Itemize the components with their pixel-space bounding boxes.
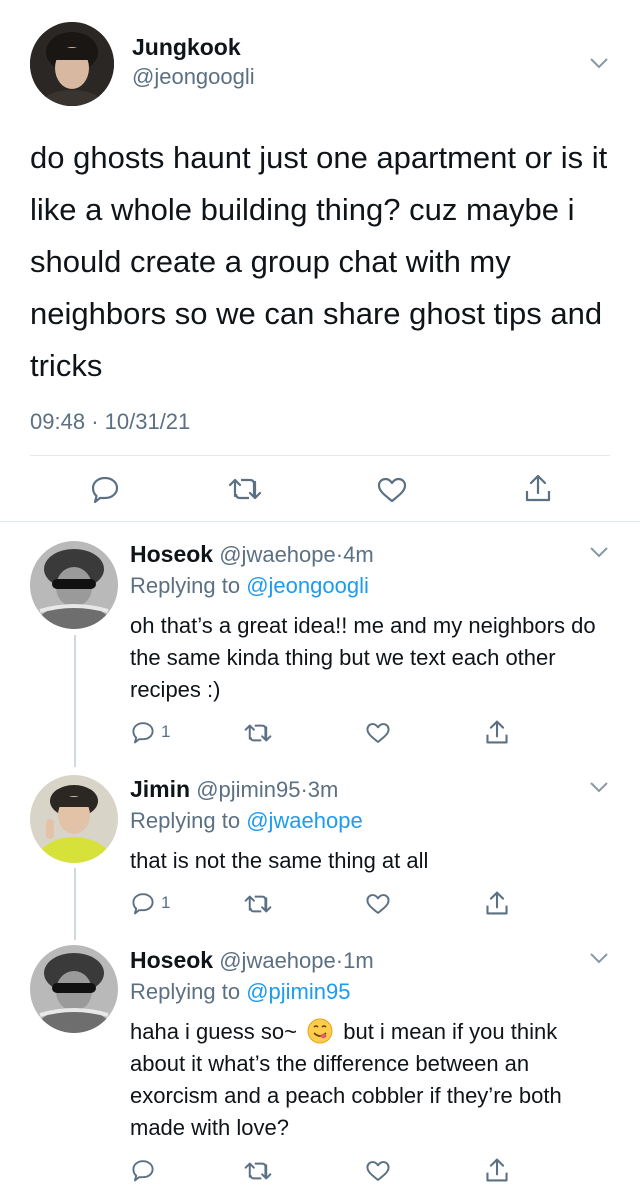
reply-icon[interactable]	[131, 891, 155, 915]
chevron-down-icon[interactable]	[588, 780, 610, 794]
main-tweet-handle[interactable]: @jeongoogli	[132, 64, 255, 90]
replying-to-label: Replying to	[130, 979, 241, 1004]
section-divider	[0, 521, 640, 522]
main-tweet-time: 09:48	[30, 409, 86, 434]
replying-to: Replying to @jeongoogli	[130, 573, 369, 599]
reply-age: 1m	[343, 948, 374, 973]
reply-icon[interactable]	[131, 720, 155, 744]
chevron-down-icon[interactable]	[588, 545, 610, 559]
main-tweet-text: do ghosts haunt just one apartment or is…	[30, 140, 608, 383]
reply-name[interactable]: Hoseok	[130, 947, 213, 973]
reply-text-before-emoji: haha i guess so~	[130, 1019, 297, 1044]
share-icon[interactable]	[484, 889, 510, 917]
reply-header: Hoseok @jwaehope·1m	[130, 947, 374, 974]
reply-name[interactable]: Hoseok	[130, 541, 213, 567]
thread-line	[74, 868, 76, 940]
retweet-icon[interactable]	[228, 476, 262, 502]
retweet-icon[interactable]	[244, 893, 272, 915]
meta-separator: ·	[335, 542, 344, 567]
replying-to: Replying to @jwaehope	[130, 808, 363, 834]
heart-icon[interactable]	[365, 1159, 391, 1183]
reply-age: 4m	[343, 542, 374, 567]
reply-action[interactable]: 1	[131, 891, 170, 915]
reply-avatar[interactable]	[30, 541, 118, 629]
main-tweet-name[interactable]: Jungkook	[132, 34, 241, 61]
main-tweet-date: 10/31/21	[104, 409, 191, 434]
reply-age: 3m	[307, 777, 339, 802]
share-icon[interactable]	[523, 472, 553, 504]
main-tweet-timestamp: 09:48 · 10/31/21	[30, 409, 190, 435]
chevron-down-icon[interactable]	[588, 56, 610, 70]
heart-icon[interactable]	[365, 721, 391, 745]
reply-action[interactable]: 1	[131, 720, 170, 744]
reply-action[interactable]	[131, 1158, 155, 1182]
reply-header: Jimin @pjimin95·3m	[130, 776, 338, 803]
heart-icon[interactable]	[376, 476, 408, 504]
share-icon[interactable]	[484, 1156, 510, 1184]
main-tweet-divider	[30, 455, 610, 456]
reply-avatar[interactable]	[30, 945, 118, 1033]
reply-text: that is not the same thing at all	[130, 848, 429, 873]
reply-count: 1	[161, 893, 171, 912]
retweet-icon[interactable]	[244, 722, 272, 744]
timestamp-separator: ·	[91, 409, 99, 434]
reply-icon[interactable]	[90, 474, 120, 504]
reply-icon[interactable]	[131, 1158, 155, 1182]
replying-to-link[interactable]: @jeongoogli	[246, 573, 369, 598]
reply-handle[interactable]: @jwaehope	[219, 948, 336, 973]
reply-text: haha i guess so~ but i mean if you think…	[130, 1016, 605, 1144]
chevron-down-icon[interactable]	[588, 951, 610, 965]
replying-to-link[interactable]: @pjimin95	[246, 979, 350, 1004]
reply-header: Hoseok @jwaehope·4m	[130, 541, 374, 568]
meta-separator: ·	[300, 777, 308, 802]
reply-handle[interactable]: @jwaehope	[219, 542, 336, 567]
reply-count: 1	[161, 722, 171, 741]
replying-to: Replying to @pjimin95	[130, 979, 350, 1005]
replying-to-link[interactable]: @jwaehope	[246, 808, 363, 833]
replying-to-label: Replying to	[130, 808, 241, 833]
yum-face-emoji-icon	[307, 1018, 333, 1044]
share-icon[interactable]	[484, 718, 510, 746]
meta-separator: ·	[335, 948, 344, 973]
reply-text: oh that’s a great idea!! me and my neigh…	[130, 613, 596, 702]
heart-icon[interactable]	[365, 892, 391, 916]
reply-name[interactable]: Jimin	[130, 776, 190, 802]
reply-avatar[interactable]	[30, 775, 118, 863]
thread-line	[74, 635, 76, 767]
reply-handle[interactable]: @pjimin95	[196, 777, 300, 802]
replying-to-label: Replying to	[130, 573, 241, 598]
main-tweet-avatar[interactable]	[30, 22, 114, 106]
retweet-icon[interactable]	[244, 1160, 272, 1182]
